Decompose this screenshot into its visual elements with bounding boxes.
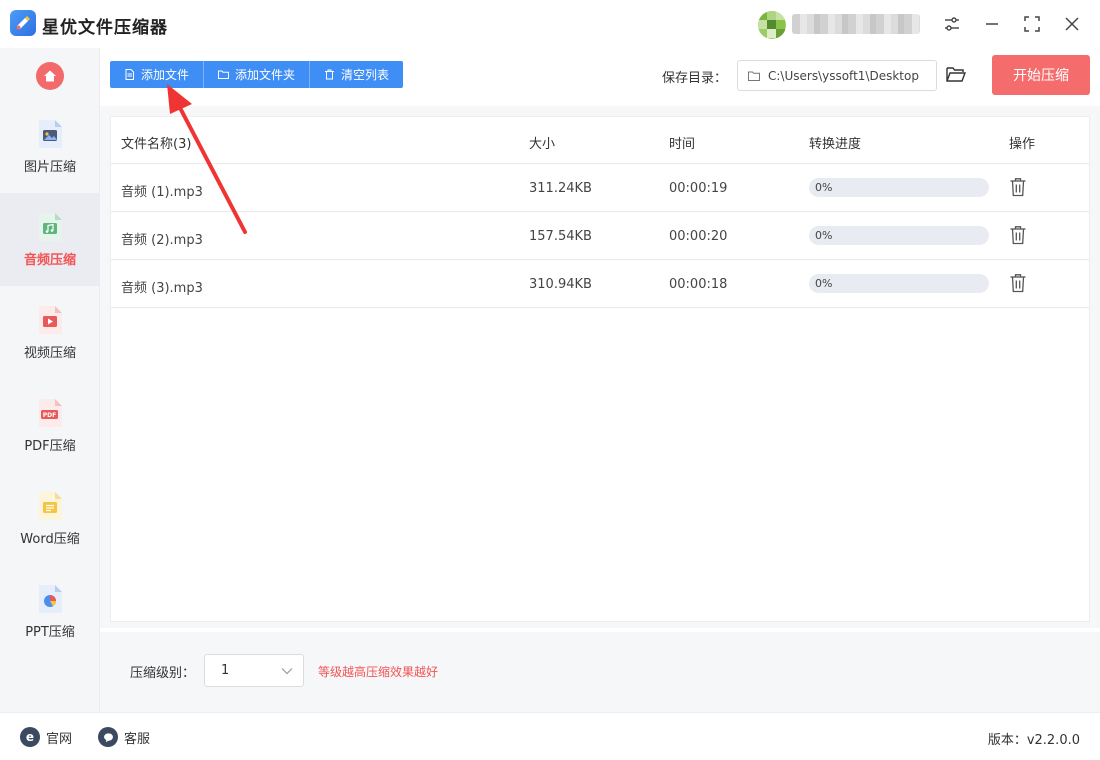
settings-panel: 压缩级别： 1 等级越高压缩效果越好	[100, 632, 1100, 712]
word-icon	[36, 490, 64, 522]
save-path-field[interactable]: C:\Users\yssoft1\Desktop	[737, 60, 937, 91]
file-size: 311.24KB	[529, 181, 592, 196]
file-table-area: 文件名称(3) 大小 时间 转换进度 操作 音频 (1).mp3 311.24K…	[100, 106, 1100, 628]
sidebar-item-label: PDF压缩	[24, 439, 76, 454]
browser-icon: e	[20, 727, 40, 747]
clear-list-label: 清空列表	[341, 68, 390, 82]
pdf-icon: PDF	[36, 397, 64, 429]
open-folder-icon[interactable]	[945, 63, 969, 87]
image-icon	[36, 118, 64, 150]
file-icon	[125, 69, 134, 80]
header-action: 操作	[1009, 137, 1036, 152]
compression-level-label: 压缩级别：	[130, 666, 196, 681]
audio-icon	[36, 211, 64, 243]
delete-file-icon[interactable]	[1009, 225, 1027, 245]
start-compress-button[interactable]: 开始压缩	[992, 55, 1090, 95]
add-file-button[interactable]: 添加文件	[110, 61, 205, 88]
close-icon[interactable]	[1058, 10, 1086, 38]
table-row[interactable]: 音频 (3).mp3 310.94KB 00:00:18 0%	[111, 260, 1089, 308]
sidebar-item-label: 视频压缩	[23, 346, 76, 361]
progress-bar: 0%	[809, 178, 989, 197]
maximize-icon[interactable]	[1018, 10, 1046, 38]
chat-icon	[98, 727, 118, 747]
support-label: 客服	[124, 731, 151, 747]
header-progress: 转换进度	[809, 137, 862, 152]
file-duration: 00:00:18	[669, 277, 728, 292]
progress-text: 0%	[815, 277, 833, 290]
sidebar-item-label: 音频压缩	[23, 253, 76, 268]
sidebar-item-word[interactable]: Word压缩	[0, 472, 100, 565]
sidebar: 图片压缩 音频压缩 视频压缩 PDF PDF压缩 Word压缩 PPT压缩	[0, 48, 100, 712]
app-logo-icon	[10, 10, 36, 36]
save-path-value: C:\Users\yssoft1\Desktop	[768, 68, 919, 83]
progress-bar: 0%	[809, 274, 989, 293]
title-bar: 星优文件压缩器	[0, 0, 1100, 48]
compression-level-hint: 等级越高压缩效果越好	[318, 665, 439, 679]
version-text: 版本：v2.2.0.0	[987, 733, 1080, 748]
progress-bar: 0%	[809, 226, 989, 245]
file-table: 文件名称(3) 大小 时间 转换进度 操作 音频 (1).mp3 311.24K…	[110, 116, 1090, 622]
trash-icon	[325, 69, 335, 80]
file-duration: 00:00:19	[669, 181, 728, 196]
file-button-group: 添加文件 添加文件夹 清空列表	[110, 61, 404, 88]
table-row[interactable]: 音频 (1).mp3 311.24KB 00:00:19 0%	[111, 164, 1089, 212]
sidebar-item-label: 图片压缩	[23, 160, 76, 175]
support-link[interactable]: 客服	[98, 727, 150, 747]
folder-icon	[218, 70, 230, 79]
chevron-down-icon	[281, 668, 293, 675]
footer: e 官网 客服 版本：v2.2.0.0	[0, 712, 1100, 760]
username-blurred	[792, 14, 920, 34]
svg-text:PDF: PDF	[43, 412, 56, 419]
sidebar-item-pdf[interactable]: PDF PDF压缩	[0, 379, 100, 472]
table-row[interactable]: 音频 (2).mp3 157.54KB 00:00:20 0%	[111, 212, 1089, 260]
user-avatar[interactable]	[758, 11, 786, 39]
sidebar-item-image[interactable]: 图片压缩	[0, 100, 100, 193]
app-title: 星优文件压缩器	[42, 18, 168, 38]
website-label: 官网	[46, 731, 73, 747]
compression-level-value: 1	[221, 663, 230, 678]
add-folder-label: 添加文件夹	[235, 68, 296, 82]
file-size: 157.54KB	[529, 229, 592, 244]
progress-text: 0%	[815, 181, 833, 194]
progress-text: 0%	[815, 229, 833, 242]
sidebar-item-label: Word压缩	[20, 532, 80, 547]
clear-list-button[interactable]: 清空列表	[310, 61, 404, 88]
sidebar-item-label: PPT压缩	[25, 625, 75, 640]
save-directory-label: 保存目录：	[662, 71, 728, 86]
header-name: 文件名称(3)	[121, 137, 192, 152]
folder-icon	[748, 71, 760, 81]
website-link[interactable]: e 官网	[20, 727, 72, 747]
home-icon[interactable]	[36, 62, 64, 90]
delete-file-icon[interactable]	[1009, 177, 1027, 197]
add-file-label: 添加文件	[141, 68, 190, 82]
file-duration: 00:00:20	[669, 229, 728, 244]
file-name: 音频 (3).mp3	[121, 281, 203, 296]
file-size: 310.94KB	[529, 277, 592, 292]
file-name: 音频 (2).mp3	[121, 233, 203, 248]
compression-level-select[interactable]: 1	[204, 654, 304, 687]
header-time: 时间	[669, 137, 696, 152]
delete-file-icon[interactable]	[1009, 273, 1027, 293]
file-name: 音频 (1).mp3	[121, 185, 203, 200]
video-icon	[36, 304, 64, 336]
sidebar-item-video[interactable]: 视频压缩	[0, 286, 100, 379]
settings-sliders-icon[interactable]	[938, 10, 966, 38]
sidebar-item-ppt[interactable]: PPT压缩	[0, 565, 100, 658]
header-size: 大小	[529, 137, 556, 152]
add-folder-button[interactable]: 添加文件夹	[204, 61, 311, 88]
sidebar-item-audio[interactable]: 音频压缩	[0, 193, 100, 286]
table-header: 文件名称(3) 大小 时间 转换进度 操作	[111, 117, 1089, 164]
minimize-icon[interactable]	[978, 10, 1006, 38]
ppt-icon	[36, 583, 64, 615]
